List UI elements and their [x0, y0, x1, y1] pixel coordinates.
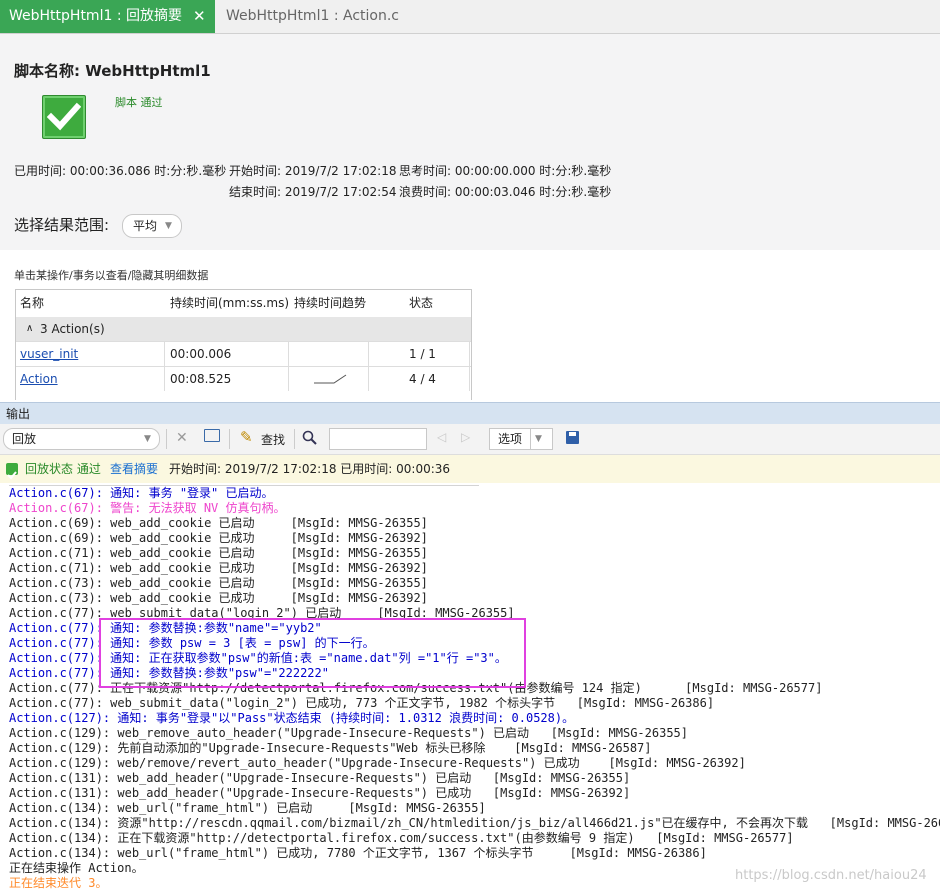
col-trend[interactable]: 持续时间趋势 [294, 290, 366, 316]
action-link-vuser-init[interactable]: vuser_init [20, 347, 78, 361]
checkmark-icon [42, 95, 86, 139]
log-line: Action.c(131): web_add_header("Upgrade-I… [9, 786, 631, 800]
log-line: Action.c(127): 通知: 事务"登录"以"Pass"状态结束 (持续… [9, 711, 575, 725]
checkmark-icon [6, 463, 18, 480]
tab-replay-summary[interactable]: WebHttpHtml1 : 回放摘要 ✕ [0, 0, 215, 33]
waste-time: 浪费时间: 00:00:03.046 时:分:秒.毫秒 [399, 185, 612, 199]
arrow-right-icon[interactable]: ▷ [461, 430, 470, 444]
table-row[interactable]: Action 00:08.525 4 / 4 [16, 366, 471, 391]
close-icon[interactable]: ✕ [193, 0, 206, 33]
log-line: Action.c(69): web_add_cookie 已成功 [MsgId:… [9, 531, 428, 545]
log-line: Action.c(129): web_remove_auto_header("U… [9, 726, 688, 740]
log-line: Action.c(131): web_add_header("Upgrade-I… [9, 771, 631, 785]
log-line: Action.c(71): web_add_cookie 已成功 [MsgId:… [9, 561, 428, 575]
output-title: 输出 [6, 407, 31, 421]
range-label: 选择结果范围: [14, 216, 110, 234]
pass-status-label: 脚本 通过 [115, 96, 163, 109]
find-icon[interactable]: ✎ [240, 428, 253, 446]
elapsed-time: 已用时间: 00:00:36.086 时:分:秒.毫秒 [14, 164, 227, 178]
output-log[interactable]: Action.c(67): 通知: 事务 "登录" 已启动。 Action.c(6… [0, 483, 940, 895]
log-line: Action.c(77): web_submit_data("login_2")… [9, 696, 715, 710]
log-line: Action.c(69): web_add_cookie 已启动 [MsgId:… [9, 516, 428, 530]
duration-cell: 00:00.006 [170, 347, 232, 361]
tab-action-c[interactable]: WebHttpHtml1 : Action.c [226, 0, 399, 33]
replay-status-pass: 回放状态 通过 [25, 462, 101, 476]
replay-status-bar: 回放状态 通过 查看摘要 开始时间: 2019/7/2 17:02:18 已用时… [0, 455, 940, 483]
end-time: 结束时间: 2019/7/2 17:02:54 [229, 185, 397, 199]
group-row[interactable]: ∧ 3 Action(s) [16, 317, 471, 341]
col-status[interactable]: 状态 [409, 290, 433, 316]
log-line: Action.c(134): 资源"http://rescdn.qqmail.c… [9, 816, 940, 830]
tab-label: WebHttpHtml1 : 回放摘要 [9, 8, 182, 24]
chevron-up-icon: ∧ [26, 323, 34, 334]
arrow-left-icon[interactable]: ◁ [437, 430, 446, 444]
log-line: Action.c(134): web_url("frame_html") 已成功… [9, 846, 707, 860]
output-panel-header: 输出 [0, 402, 940, 425]
table-hint: 单击某操作/事务以查看/隐藏其明细数据 [14, 269, 209, 282]
log-line: Action.c(67): 通知: 事务 "登录" 已启动。 [9, 486, 274, 500]
save-icon[interactable] [566, 431, 579, 444]
log-line: 正在结束操作 Action。 [9, 861, 144, 875]
search-icon[interactable] [302, 430, 317, 448]
col-duration[interactable]: 持续时间(mm:ss.ms) [170, 290, 289, 316]
chevron-down-icon: ▼ [165, 221, 172, 231]
status-cell: 1 / 1 [409, 347, 436, 361]
search-input[interactable] [329, 428, 427, 450]
page-title: 脚本名称: WebHttpHtml1 [14, 62, 211, 80]
col-name[interactable]: 名称 [20, 290, 44, 316]
chevron-down-icon: ▼ [144, 434, 151, 444]
log-line: Action.c(67): 警告: 无法获取 NV 仿真句柄。 [9, 501, 286, 515]
find-button[interactable]: 查找 [261, 431, 285, 448]
start-time: 开始时间: 2019/7/2 17:02:18 [229, 164, 397, 178]
status-cell: 4 / 4 [409, 372, 436, 386]
watermark: https://blog.csdn.net/haiou24 [735, 868, 927, 883]
chevron-down-icon: ▼ [535, 434, 542, 444]
log-line: Action.c(71): web_add_cookie 已启动 [MsgId:… [9, 546, 428, 560]
action-link-action[interactable]: Action [20, 372, 58, 386]
actions-table: 名称 持续时间(mm:ss.ms) 持续时间趋势 状态 ∧ 3 Action(s… [15, 289, 472, 400]
log-line: Action.c(73): web_add_cookie 已启动 [MsgId:… [9, 576, 428, 590]
log-line: Action.c(129): web/remove/revert_auto_he… [9, 756, 746, 770]
think-time: 思考时间: 00:00:00.000 时:分:秒.毫秒 [399, 164, 612, 178]
log-line: Action.c(73): web_add_cookie 已成功 [MsgId:… [9, 591, 428, 605]
trend-sparkline [314, 374, 347, 384]
log-line: Action.c(129): 先前自动添加的"Upgrade-Insecure-… [9, 741, 652, 755]
highlight-box [99, 618, 526, 688]
range-dropdown[interactable]: 平均 ▼ [122, 214, 182, 238]
wrap-icon[interactable] [204, 429, 220, 442]
output-source-dropdown[interactable]: 回放 ▼ [3, 428, 160, 450]
table-row[interactable]: vuser_init 00:00.006 1 / 1 [16, 341, 471, 366]
log-line: Action.c(134): 正在下载资源"http://detectporta… [9, 831, 794, 845]
options-dropdown[interactable]: 选项 ▼ [489, 428, 553, 450]
log-line: Action.c(134): web_url("frame_html") 已启动… [9, 801, 486, 815]
view-summary-link[interactable]: 查看摘要 [110, 455, 158, 483]
replay-times: 开始时间: 2019/7/2 17:02:18 已用时间: 00:00:36 [169, 462, 451, 476]
log-line: 正在结束迭代 3。 [9, 876, 108, 890]
clear-icon[interactable]: ✕ [176, 430, 188, 446]
duration-cell: 00:08.525 [170, 372, 232, 386]
